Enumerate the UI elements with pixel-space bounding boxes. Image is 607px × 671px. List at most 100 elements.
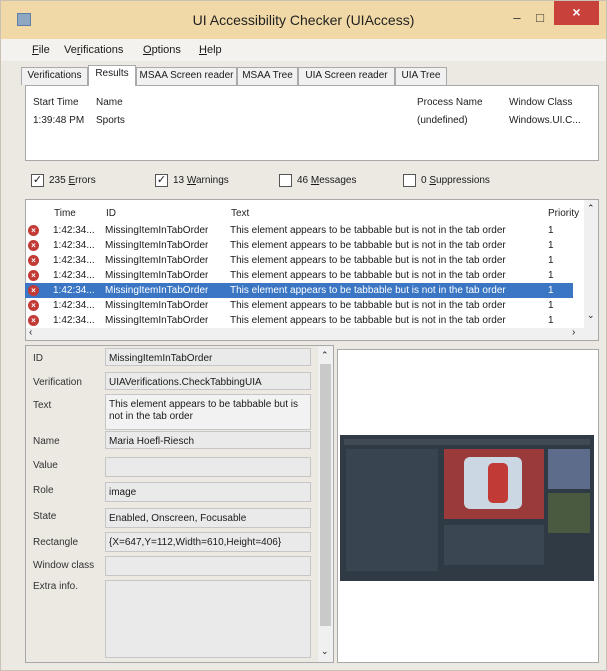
tab-uia-tree[interactable]: UIA Tree [395, 67, 447, 85]
time-cell: 1:42:34... [53, 300, 95, 311]
results-horizontal-scrollbar[interactable]: ‹ › [26, 327, 598, 340]
text-cell: This element appears to be tabbable but … [230, 255, 506, 266]
text-cell: This element appears to be tabbable but … [230, 270, 506, 281]
preview-screenshot [340, 435, 594, 581]
extra-info-label: Extra info. [33, 581, 79, 592]
process-table: Start Time Name Process Name Window Clas… [25, 85, 599, 161]
text-cell: This element appears to be tabbable but … [230, 240, 506, 251]
id-cell: MissingItemInTabOrder [105, 300, 209, 311]
priority-cell: 1 [548, 270, 554, 281]
error-icon: × [28, 240, 39, 251]
col-process-name[interactable]: Process Name [417, 97, 483, 108]
text-cell: This element appears to be tabbable but … [230, 285, 506, 296]
menu-options[interactable]: Options [143, 44, 181, 56]
time-cell: 1:42:34... [53, 270, 95, 281]
suppressions-checkbox[interactable] [403, 174, 416, 187]
col-window-class[interactable]: Window Class [509, 97, 572, 108]
id-cell: MissingItemInTabOrder [105, 270, 209, 281]
error-icon: × [28, 270, 39, 281]
menu-file[interactable]: File [32, 44, 50, 56]
scroll-right-icon[interactable]: › [572, 327, 575, 338]
name-field[interactable]: Maria Hoefl-Riesch [105, 431, 311, 449]
priority-cell: 1 [548, 315, 554, 326]
time-cell: 1:42:34... [53, 285, 95, 296]
window-class-cell: Windows.UI.C... [509, 115, 581, 126]
id-cell: MissingItemInTabOrder [105, 285, 209, 296]
tab-msaa-tree[interactable]: MSAA Tree [237, 67, 298, 85]
suppressions-label: 0 Suppressions [421, 175, 490, 186]
col-id[interactable]: ID [106, 208, 116, 219]
app-window: UI Accessibility Checker (UIAccess) – □ … [0, 0, 607, 671]
messages-checkbox[interactable] [279, 174, 292, 187]
close-button[interactable]: × [554, 1, 599, 25]
table-row[interactable]: × 1:42:34... MissingItemInTabOrder This ele… [25, 268, 573, 283]
text-cell: This element appears to be tabbable but … [230, 225, 506, 236]
priority-cell: 1 [548, 300, 554, 311]
messages-label: 46 Messages [297, 175, 357, 186]
col-name[interactable]: Name [96, 97, 123, 108]
menu-bar: File Verifications Options Help [1, 39, 606, 61]
maximize-button[interactable]: □ [529, 9, 551, 29]
text-cell: This element appears to be tabbable but … [230, 300, 506, 311]
id-field[interactable]: MissingItemInTabOrder [105, 348, 311, 366]
time-cell: 1:42:34... [53, 315, 95, 326]
tab-uia-screen-reader[interactable]: UIA Screen reader [298, 67, 395, 85]
results-vertical-scrollbar[interactable]: ⌃ ⌄ [584, 200, 598, 328]
id-cell: MissingItemInTabOrder [105, 225, 209, 236]
priority-cell: 1 [548, 225, 554, 236]
priority-cell: 1 [548, 240, 554, 251]
id-label: ID [33, 353, 43, 364]
details-vertical-scrollbar[interactable]: ⌃ ⌄ [318, 346, 333, 662]
name-cell: Sports [96, 115, 125, 126]
table-row[interactable]: × 1:42:34... MissingItemInTabOrder This ele… [25, 253, 573, 268]
verification-field[interactable]: UIAVerifications.CheckTabbingUIA [105, 372, 311, 390]
col-start-time[interactable]: Start Time [33, 97, 79, 108]
errors-label: 235 Errors [49, 175, 96, 186]
rectangle-field[interactable]: {X=647,Y=112,Width=610,Height=406} [105, 532, 311, 552]
error-icon: × [28, 300, 39, 311]
role-label: Role [33, 485, 54, 496]
extra-info-field[interactable] [105, 580, 311, 658]
error-icon: × [28, 255, 39, 266]
id-cell: MissingItemInTabOrder [105, 315, 209, 326]
table-row[interactable]: × 1:42:34... MissingItemInTabOrder This ele… [25, 298, 573, 313]
scroll-left-icon[interactable]: ‹ [29, 327, 32, 338]
col-text[interactable]: Text [231, 208, 249, 219]
table-row[interactable]: × 1:42:34... MissingItemInTabOrder This ele… [25, 223, 573, 238]
warnings-label: 13 Warnings [173, 175, 229, 186]
error-icon: × [28, 285, 39, 296]
minimize-button[interactable]: – [506, 9, 528, 29]
value-field[interactable] [105, 457, 311, 477]
tab-results[interactable]: Results [88, 65, 136, 86]
text-field[interactable]: This element appears to be tabbable but … [105, 394, 311, 430]
table-row[interactable]: × 1:42:34... MissingItemInTabOrder This ele… [25, 238, 573, 253]
rectangle-label: Rectangle [33, 537, 79, 548]
error-icon: × [28, 315, 39, 326]
priority-cell: 1 [548, 255, 554, 266]
state-field[interactable]: Enabled, Onscreen, Focusable [105, 508, 311, 528]
element-preview [337, 349, 599, 663]
id-cell: MissingItemInTabOrder [105, 240, 209, 251]
table-row[interactable]: × 1:42:34... MissingItemInTabOrder This ele… [25, 283, 573, 298]
warnings-checkbox[interactable]: ✓ [155, 174, 168, 187]
tab-msaa-screen-reader[interactable]: MSAA Screen reader [136, 67, 237, 85]
window-class-field[interactable] [105, 556, 311, 576]
preview-highlighted-image [444, 449, 544, 519]
priority-cell: 1 [548, 285, 554, 296]
errors-checkbox[interactable]: ✓ [31, 174, 44, 187]
time-cell: 1:42:34... [53, 255, 95, 266]
table-row[interactable]: × 1:42:34... MissingItemInTabOrder This ele… [25, 313, 573, 328]
menu-help[interactable]: Help [199, 44, 222, 56]
col-priority[interactable]: Priority [548, 208, 579, 219]
time-cell: 1:42:34... [53, 240, 95, 251]
menu-verifications[interactable]: Verifications [64, 44, 123, 56]
verification-label: Verification [33, 377, 82, 388]
role-field[interactable]: image [105, 482, 311, 502]
error-icon: × [28, 225, 39, 236]
tab-verifications[interactable]: Verifications [21, 67, 88, 85]
value-label: Value [33, 460, 58, 471]
title-bar[interactable]: UI Accessibility Checker (UIAccess) – □ … [1, 1, 606, 39]
col-time[interactable]: Time [54, 208, 76, 219]
text-cell: This element appears to be tabbable but … [230, 315, 506, 326]
name-label: Name [33, 436, 60, 447]
